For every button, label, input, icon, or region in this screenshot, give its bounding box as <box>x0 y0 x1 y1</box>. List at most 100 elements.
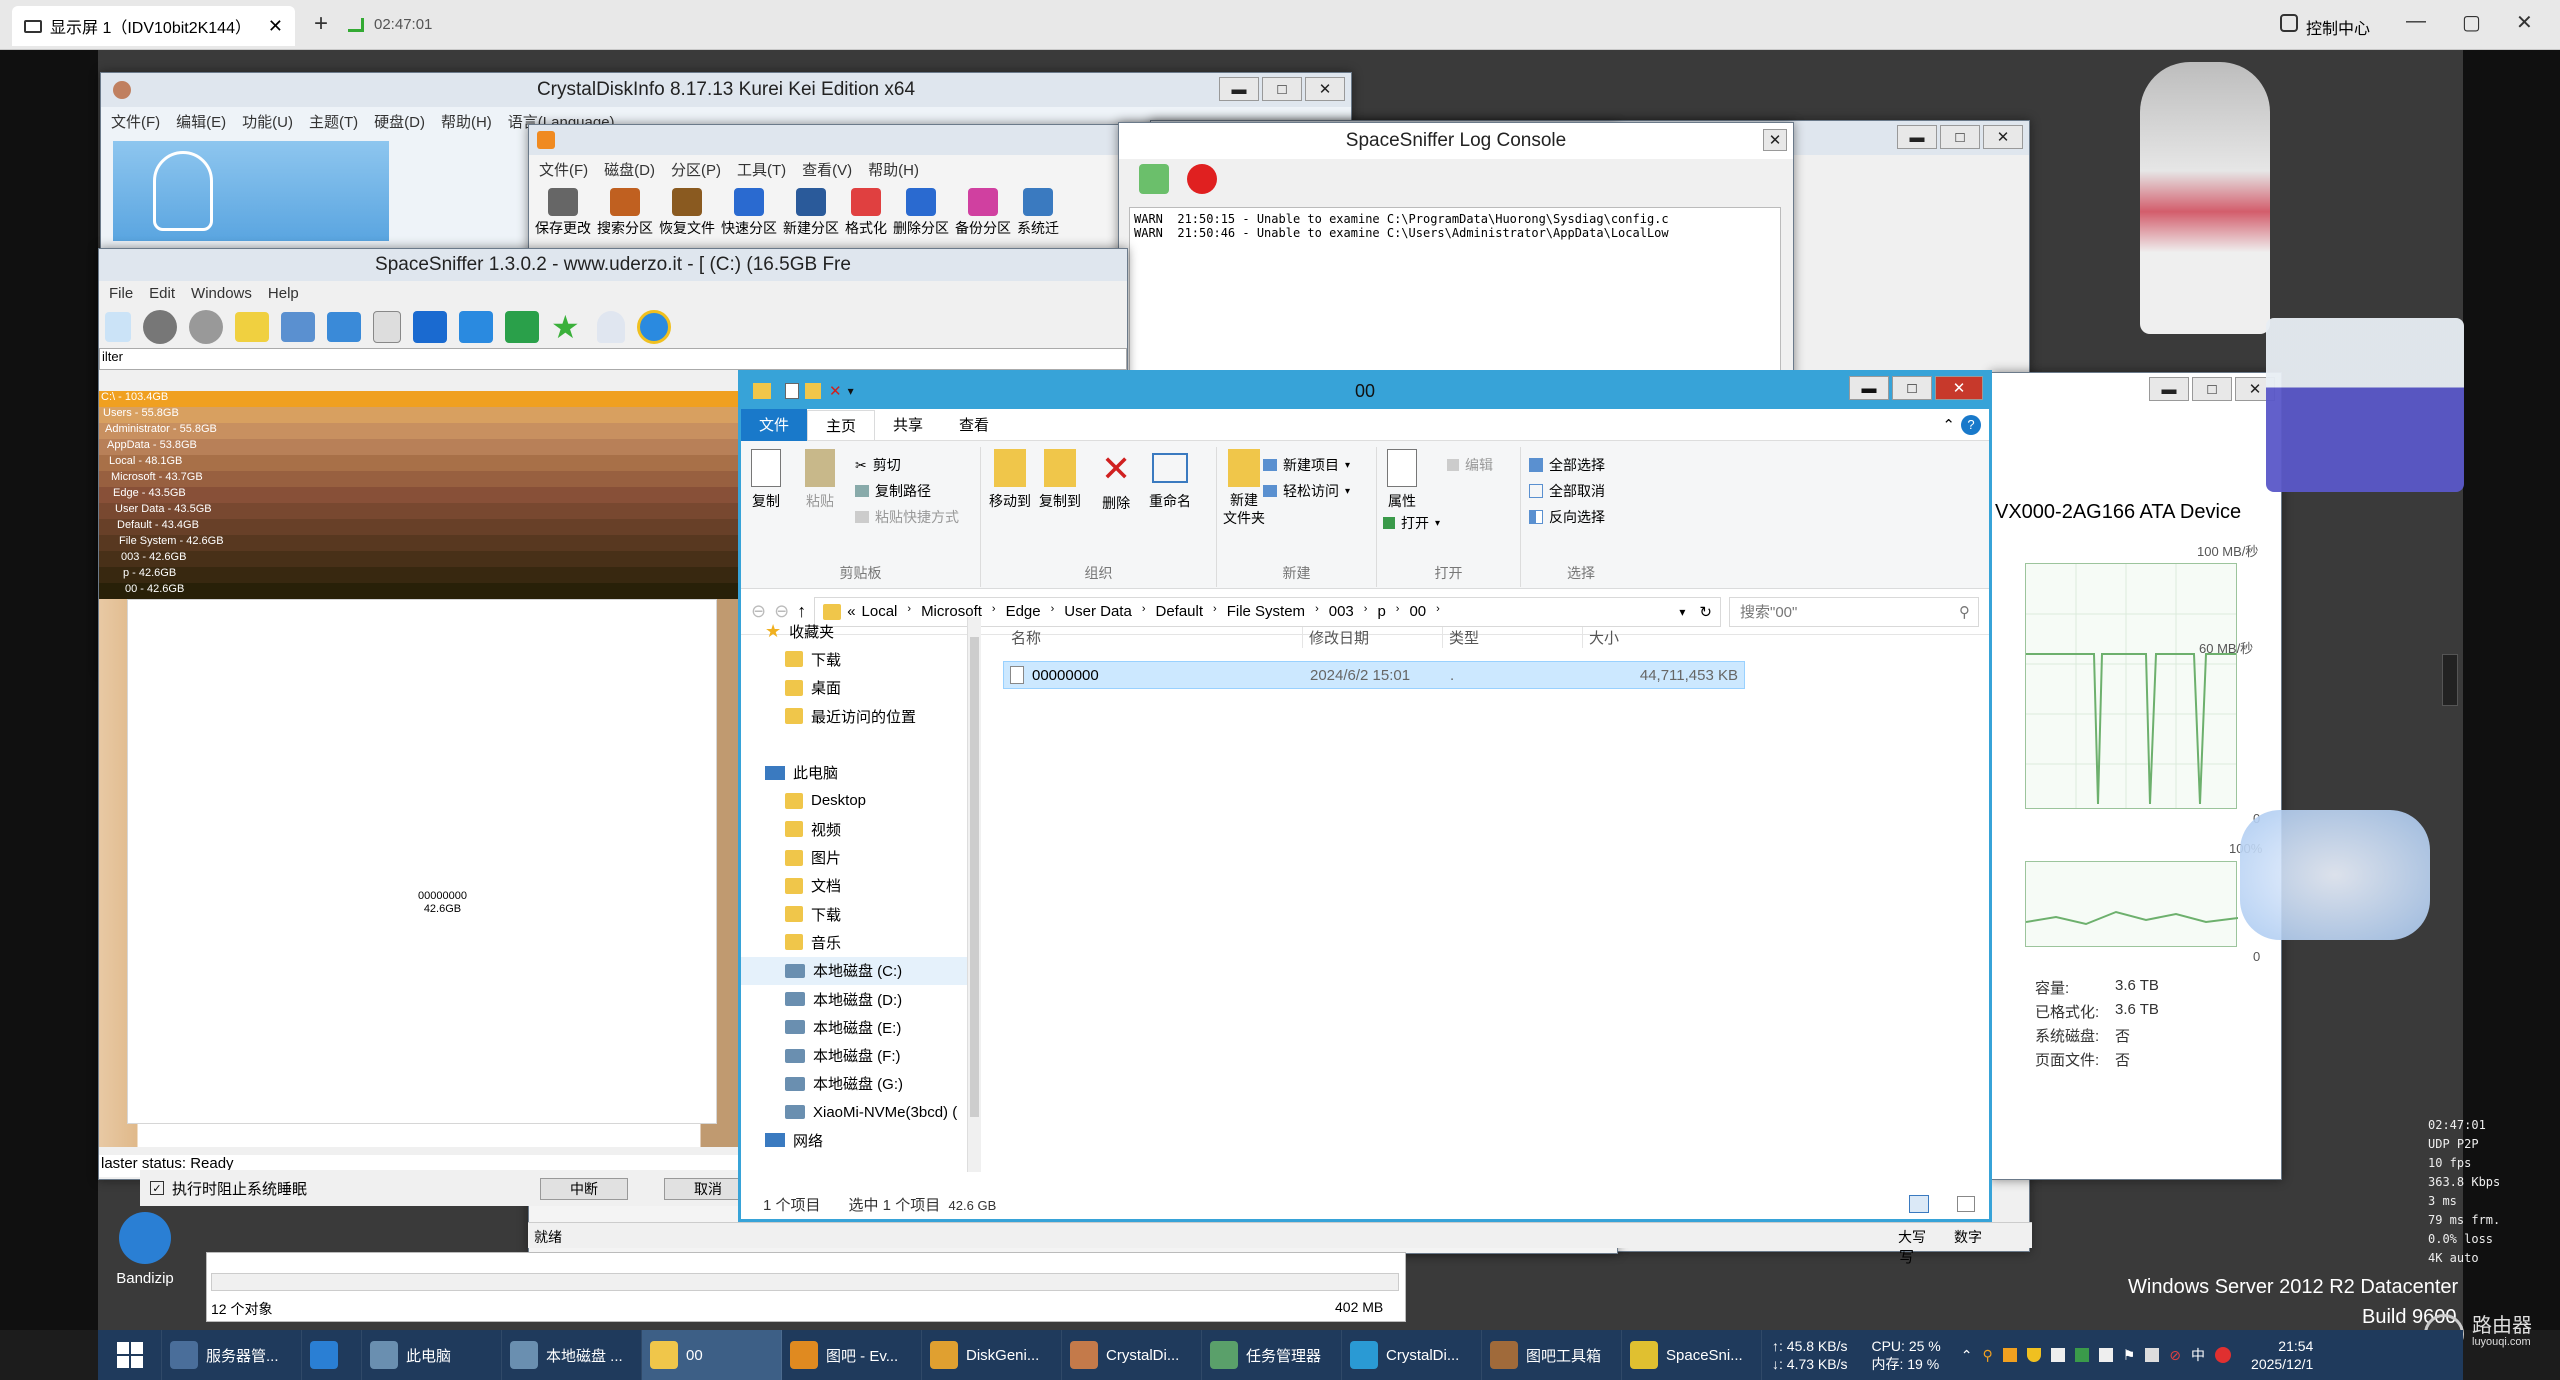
tree-row[interactable]: Edge - 43.5GB <box>99 487 739 503</box>
close-icon[interactable]: ✕ <box>2516 10 2533 35</box>
tab-file[interactable]: 文件 <box>741 408 808 441</box>
nav-item[interactable]: 桌面 <box>741 674 980 702</box>
taskbar-item[interactable]: 服务器管... <box>162 1330 302 1380</box>
tree-row[interactable]: p - 42.6GB <box>99 567 739 583</box>
nav-item[interactable]: 下载 <box>741 900 980 928</box>
invert-selection-button[interactable]: 反向选择 <box>1529 507 1605 527</box>
minimize-button[interactable]: ▬ <box>1849 376 1889 400</box>
nav-item[interactable]: 本地磁盘 (G:) <box>741 1070 980 1098</box>
menu-item[interactable]: 分区(P) <box>671 159 721 180</box>
maximize-button[interactable]: □ <box>1892 376 1932 400</box>
nav-item[interactable]: 网络 <box>741 1126 980 1154</box>
taskbar-item[interactable]: 00 <box>642 1330 782 1380</box>
move-to-button[interactable]: 移动到 <box>989 449 1031 511</box>
tree-row[interactable]: Local - 48.1GB <box>99 455 739 471</box>
tree-row[interactable]: Default - 43.4GB <box>99 519 739 535</box>
tab-share[interactable]: 共享 <box>875 410 941 439</box>
delete-icon[interactable]: ✕ <box>829 382 842 400</box>
delete-button[interactable]: ✕ 删除 <box>1101 449 1131 513</box>
help-icon[interactable]: ? <box>1961 414 1981 435</box>
col-date[interactable]: 修改日期 <box>1303 626 1443 648</box>
properties-button[interactable]: 属性 <box>1387 449 1417 511</box>
tree-row[interactable]: 003 - 42.6GB <box>99 551 739 567</box>
tree-row[interactable]: Users - 55.8GB <box>99 407 739 423</box>
tree-row[interactable]: 00 - 42.6GB <box>99 583 739 599</box>
customize-qat-icon[interactable]: ▾ <box>848 384 854 398</box>
minimize-button[interactable]: ▬ <box>1897 125 1937 149</box>
search-input[interactable]: 搜索"00" ⚲ <box>1729 596 1979 627</box>
tree-row[interactable]: C:\ - 103.4GB <box>99 391 739 407</box>
ghost-icon[interactable] <box>597 311 625 343</box>
breadcrumb-item[interactable]: 003 <box>1329 603 1354 620</box>
host-tab[interactable]: 显示屏 1（IDV10bit2K144） ✕ <box>12 6 295 46</box>
tiles-view-icon[interactable] <box>1957 1196 1975 1212</box>
stop-icon[interactable] <box>1187 164 1217 194</box>
mute-icon[interactable]: ⊘ <box>2169 1347 2181 1364</box>
breadcrumb-item[interactable]: User Data <box>1064 603 1132 620</box>
toolbar-button[interactable]: 新建分区 <box>783 188 839 238</box>
input-method[interactable]: 中 <box>2191 1345 2205 1365</box>
close-icon[interactable]: ✕ <box>268 16 283 37</box>
interrupt-button[interactable]: 中断 <box>540 1178 628 1200</box>
add-tab-button[interactable]: + <box>314 10 328 38</box>
toolbar-button[interactable]: 恢复文件 <box>659 188 715 238</box>
tray-app-icon[interactable] <box>2074 1348 2089 1362</box>
menu-item[interactable]: Windows <box>191 285 252 302</box>
nav-item[interactable]: 本地磁盘 (F:) <box>741 1041 980 1069</box>
start-button[interactable] <box>98 1330 162 1380</box>
filter-bar[interactable]: ilter <box>99 348 1127 370</box>
tray-app-icon[interactable] <box>2050 1348 2065 1362</box>
copy-path-button[interactable]: 复制路径 <box>855 481 931 501</box>
minimize-icon[interactable]: — <box>2406 10 2426 33</box>
nav-item[interactable]: 此电脑 <box>741 758 980 786</box>
taskbar-item[interactable]: 任务管理器 <box>1202 1330 1342 1380</box>
nav-item[interactable]: XiaoMi-NVMe(3bcd) ( <box>741 1098 980 1126</box>
menu-item[interactable]: 编辑(E) <box>176 111 226 132</box>
blocks-icon[interactable] <box>505 311 539 343</box>
toolbar-button[interactable]: 保存更改 <box>535 188 591 238</box>
tray-app-icon[interactable] <box>2098 1348 2113 1362</box>
menu-item[interactable]: 功能(U) <box>242 111 293 132</box>
new-item-button[interactable]: 新建项目 ▾ <box>1263 455 1350 475</box>
settings-icon[interactable] <box>637 310 671 344</box>
breadcrumb-item[interactable]: p <box>1377 603 1385 620</box>
tab-view[interactable]: 查看 <box>941 410 1007 439</box>
file-row[interactable]: 00000000 2024/6/2 15:01 . 44,711,453 KB <box>1003 661 1745 689</box>
menu-item[interactable]: 硬盘(D) <box>374 111 425 132</box>
search-tray-icon[interactable]: ⚲ <box>1982 1347 1992 1364</box>
nav-item[interactable]: 音乐 <box>741 928 980 956</box>
menu-item[interactable]: 帮助(H) <box>441 111 492 132</box>
breadcrumb-item[interactable]: 00 <box>1409 603 1426 620</box>
open-button[interactable]: 打开 ▾ <box>1383 513 1440 533</box>
refresh-icon[interactable]: ↻ <box>1691 603 1720 621</box>
scroll-thumb[interactable] <box>970 637 979 1117</box>
paste-shortcut-button[interactable]: 粘贴快捷方式 <box>855 507 959 527</box>
flag-icon[interactable]: ⚑ <box>2123 1347 2136 1364</box>
taskbar-item[interactable]: CrystalDi... <box>1342 1330 1482 1380</box>
select-none-button[interactable]: 全部取消 <box>1529 481 1605 501</box>
close-button[interactable]: ✕ <box>1763 129 1787 151</box>
nav-item[interactable]: 最近访问的位置 <box>741 702 980 730</box>
toolbar-button[interactable]: 删除分区 <box>893 188 949 238</box>
nav-item[interactable]: ★ 收藏夹 <box>741 617 980 645</box>
taskbar-item[interactable] <box>302 1330 362 1380</box>
minimize-button[interactable]: ▬ <box>1219 77 1259 101</box>
control-center-label[interactable]: 控制中心 <box>2306 15 2370 39</box>
document-icon[interactable] <box>373 311 401 343</box>
menu-item[interactable]: Edit <box>149 285 175 302</box>
paste-button[interactable]: 粘贴 <box>805 449 835 511</box>
details-view-icon[interactable] <box>1909 1195 1929 1213</box>
nav-item[interactable]: 视频 <box>741 815 980 843</box>
tree-row[interactable]: Administrator - 55.8GB <box>99 423 739 439</box>
tray-app-icon[interactable] <box>2002 1348 2017 1362</box>
nav-scrollbar[interactable] <box>967 617 981 1172</box>
back-icon[interactable] <box>143 310 177 344</box>
breadcrumb-item[interactable]: Edge <box>1006 603 1041 620</box>
toolbar-button[interactable]: 格式化 <box>845 188 887 238</box>
nav-item[interactable]: 本地磁盘 (C:) <box>741 956 980 985</box>
properties-icon[interactable] <box>785 383 799 399</box>
taskbar-item[interactable]: 此电脑 <box>362 1330 502 1380</box>
taskbar-item[interactable]: SpaceSni... <box>1622 1330 1762 1380</box>
shield-icon[interactable] <box>2026 1348 2041 1362</box>
taskbar-item[interactable]: 图吧 - Ev... <box>782 1330 922 1380</box>
